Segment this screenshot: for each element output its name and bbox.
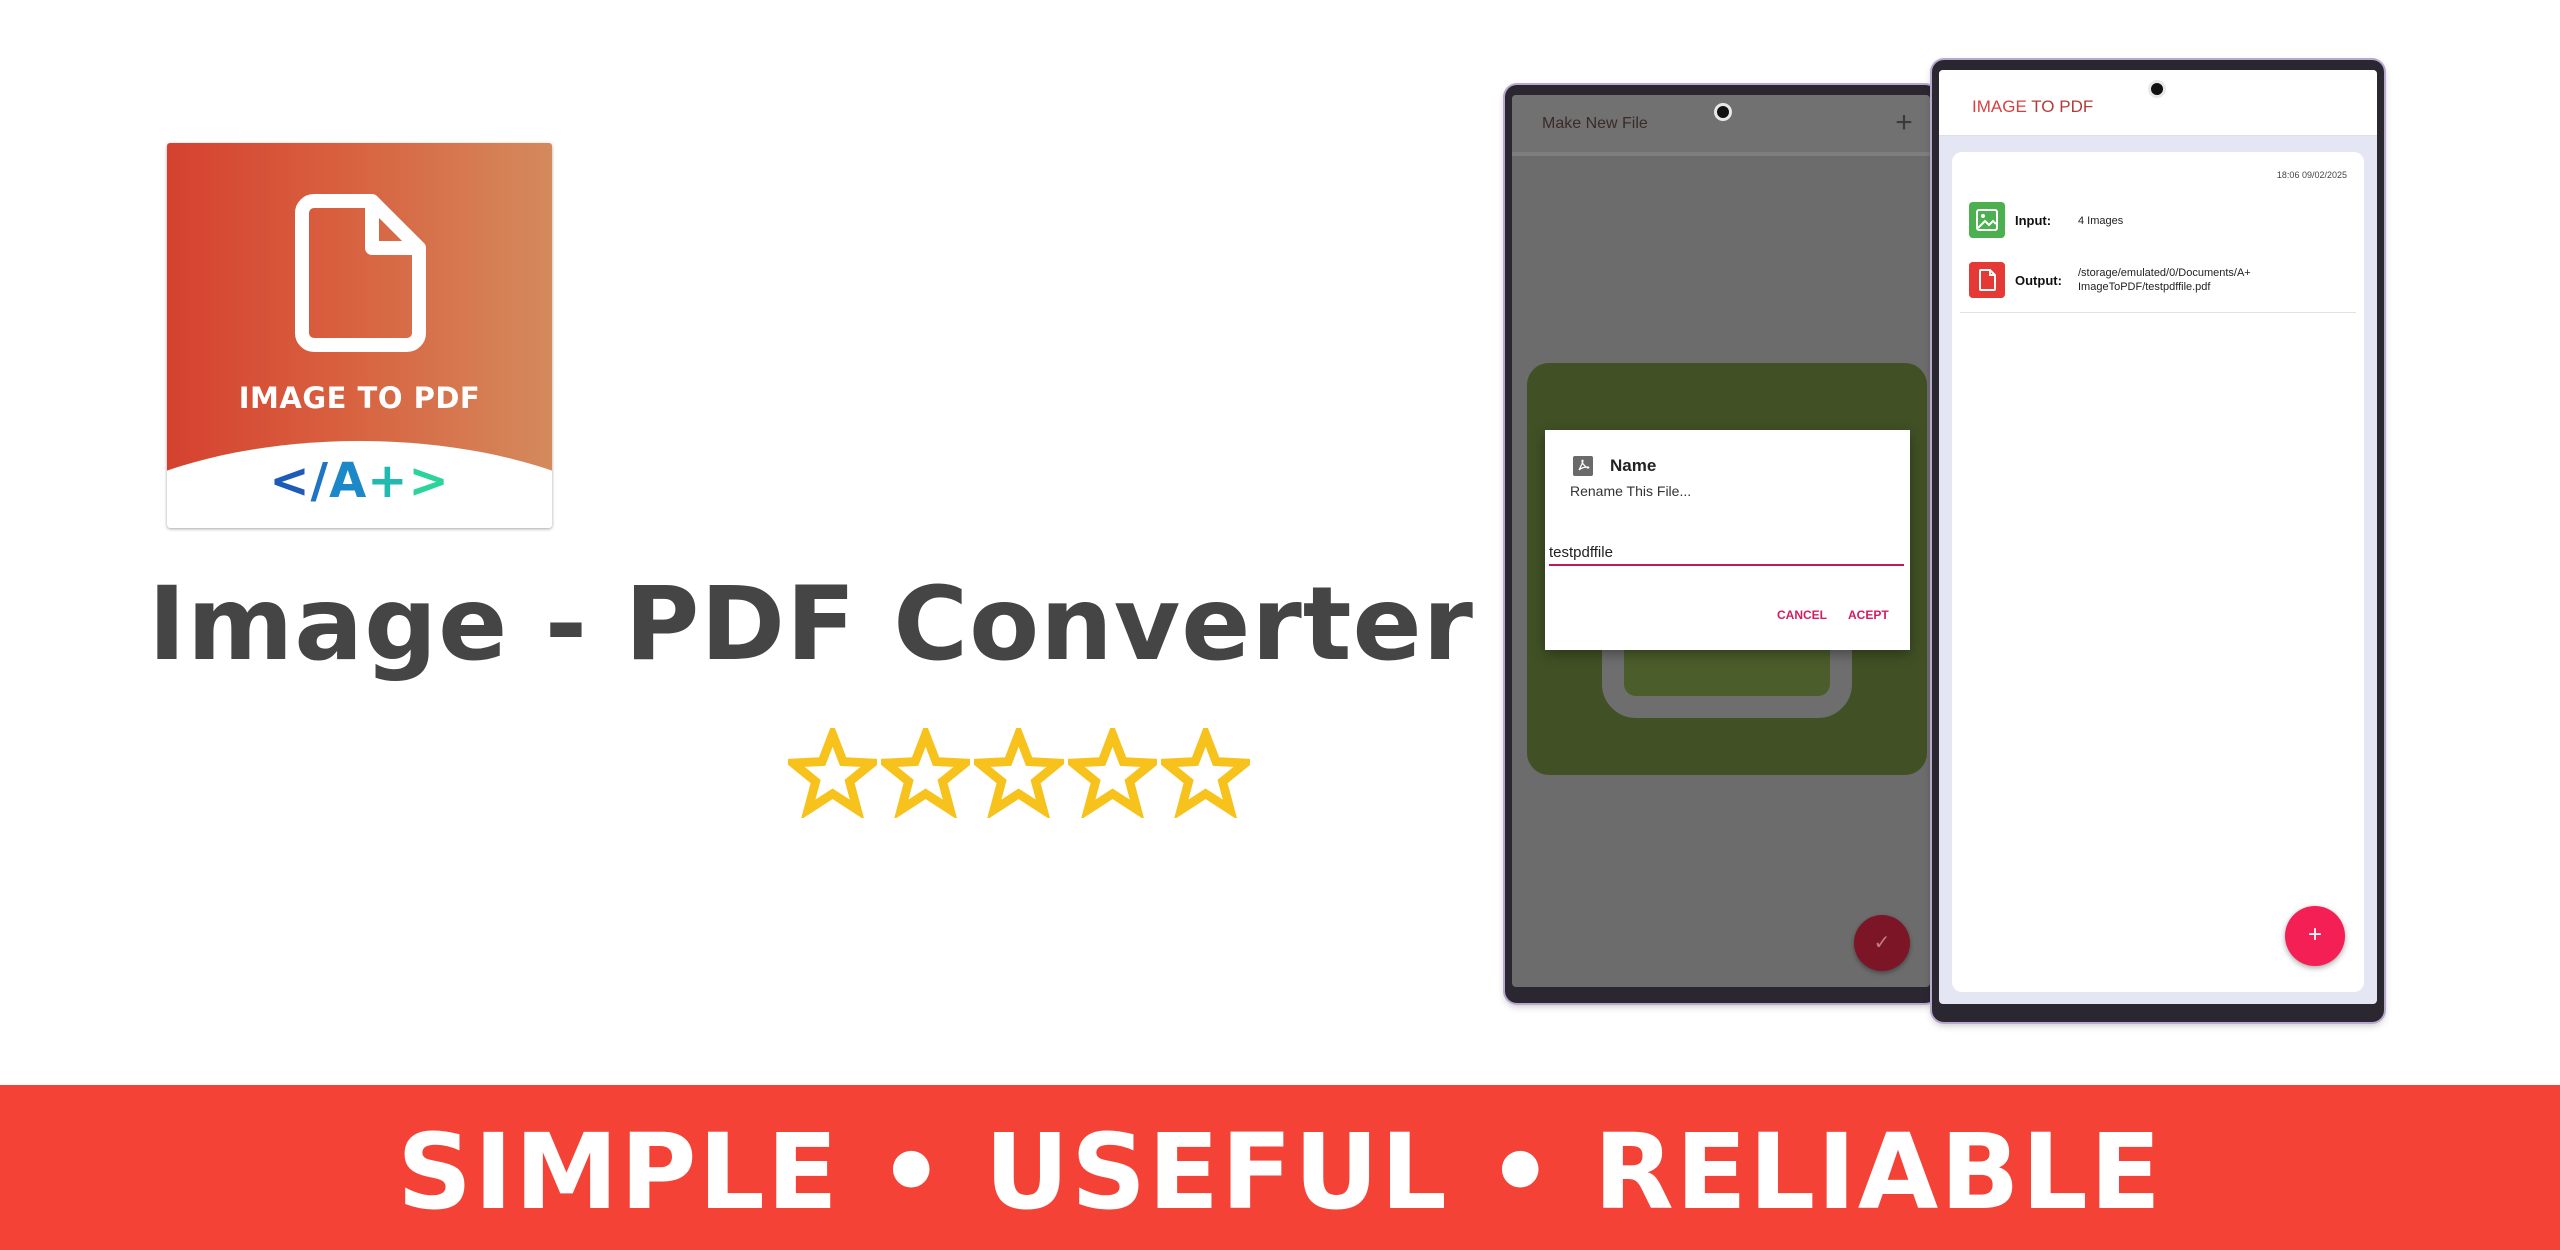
document-icon xyxy=(295,194,426,352)
star-icon xyxy=(1067,728,1157,818)
output-label: Output: xyxy=(2015,273,2062,288)
add-icon[interactable]: + xyxy=(1890,108,1918,138)
app-icon: IMAGE TO PDF </A+> xyxy=(167,143,552,528)
star-icon xyxy=(974,728,1064,818)
input-label: Input: xyxy=(2015,213,2052,228)
screen-history: IMAGE TO PDF 18:06 09/02/2025 Input: 4 I… xyxy=(1939,70,2377,1004)
image-icon xyxy=(1969,202,2005,238)
appbar-title: IMAGE TO PDF xyxy=(1972,97,2094,116)
screen-make-new-file: Make New File + Name Rename This File...… xyxy=(1512,95,1930,987)
camera-icon xyxy=(1714,103,1732,121)
cancel-button[interactable]: CANCEL xyxy=(1777,608,1827,622)
phone-mockup-right: IMAGE TO PDF 18:06 09/02/2025 Input: 4 I… xyxy=(1932,60,2384,1022)
dialog-title: Name xyxy=(1610,456,1657,475)
add-fab[interactable]: + xyxy=(2285,906,2345,966)
file-name-input[interactable] xyxy=(1549,540,1904,566)
star-rating xyxy=(788,728,1251,824)
input-value: 4 Images xyxy=(2078,215,2124,227)
tagline: SIMPLE • USEFUL • RELIABLE xyxy=(397,1110,2163,1233)
file-icon xyxy=(1969,262,2005,298)
entry-timestamp: 18:06 09/02/2025 xyxy=(2276,170,2347,180)
phone-mockup-left: Make New File + Name Rename This File...… xyxy=(1505,85,1937,1003)
rename-dialog: Name Rename This File... CANCEL ACEPT xyxy=(1545,430,1910,650)
accept-button[interactable]: ACEPT xyxy=(1848,608,1889,622)
dialog-subtitle: Rename This File... xyxy=(1570,483,1692,499)
pdf-icon xyxy=(1573,456,1593,476)
app-icon-title: IMAGE TO PDF xyxy=(238,381,481,415)
output-path: /storage/emulated/0/Documents/A+ ImageTo… xyxy=(2078,267,2251,293)
star-icon xyxy=(1160,728,1251,818)
product-title: Image - PDF Converter xyxy=(148,565,1474,684)
star-icon xyxy=(881,728,971,818)
confirm-fab[interactable]: ✓ xyxy=(1854,915,1910,971)
divider xyxy=(1960,312,2356,313)
star-icon xyxy=(788,728,878,818)
brand-logo: </A+> xyxy=(269,453,450,509)
camera-icon xyxy=(2148,80,2166,98)
tagline-banner: SIMPLE • USEFUL • RELIABLE xyxy=(0,1085,2560,1250)
appbar-title: Make New File xyxy=(1542,115,1648,132)
conversion-history-card[interactable]: 18:06 09/02/2025 Input: 4 Images Output:… xyxy=(1952,152,2364,992)
